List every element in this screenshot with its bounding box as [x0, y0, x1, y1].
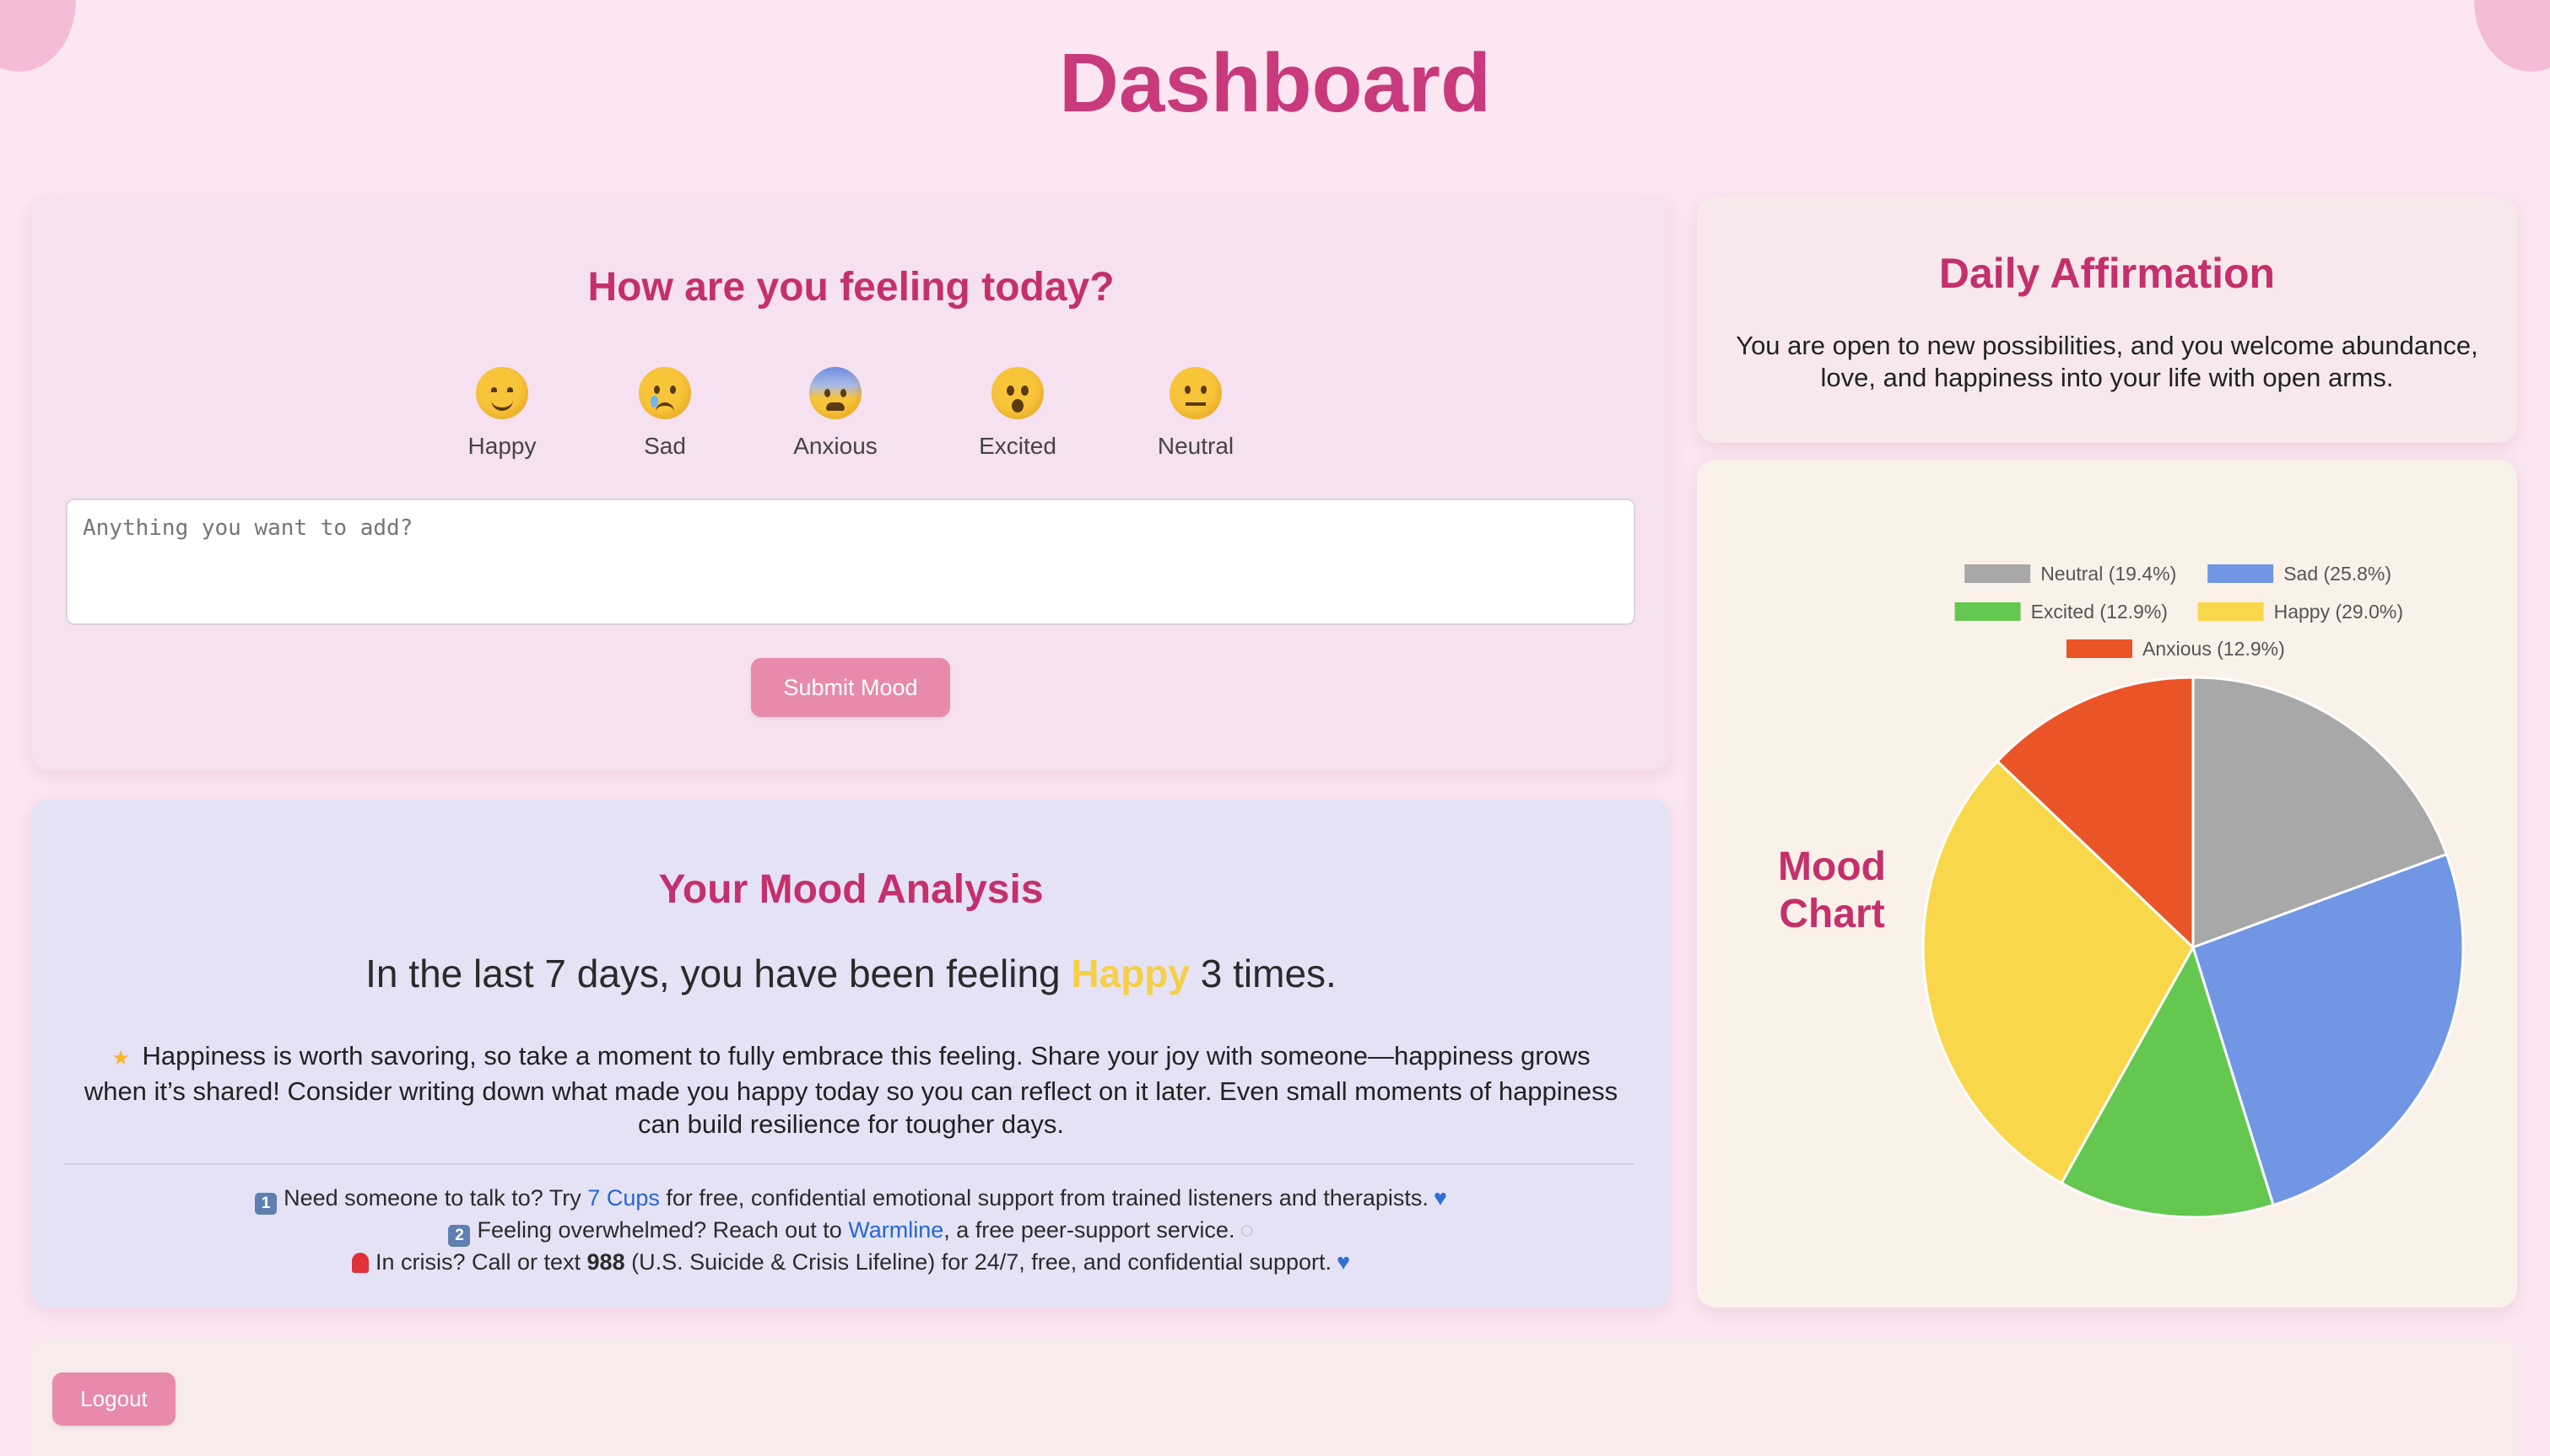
- resource-line: 1 Need someone to talk to? Try 7 Cups for…: [31, 1183, 1671, 1215]
- mood-option-anxious[interactable]: Anxious: [759, 367, 911, 460]
- resource-line: In crisis? Call or text 988 (U.S. Suicid…: [31, 1247, 1671, 1278]
- mood-analysis-card: Your Mood Analysis In the last 7 days, y…: [31, 799, 1671, 1308]
- legend-label: Sad (25.8%): [2283, 563, 2391, 585]
- blue-heart-icon: ♥: [1337, 1249, 1351, 1275]
- mood-form-title: How are you feeling today?: [587, 265, 1115, 310]
- warmline-link[interactable]: Warmline: [848, 1217, 943, 1243]
- legend-label: Excited (12.9%): [2031, 601, 2168, 623]
- legend-swatch: [1964, 564, 2031, 583]
- mood-form-card: How are you feeling today? Happy Sad Anx…: [31, 197, 1671, 770]
- summary-suffix: 3 times.: [1200, 952, 1337, 995]
- mood-chart-card: Mood Chart Neutral (19.4%) Sad (25.8%) Exc…: [1697, 460, 2517, 1308]
- advice-text: Happiness is worth savoring, so take a m…: [84, 1041, 1618, 1139]
- crying-face-icon: [639, 367, 691, 419]
- support-resources: 1 Need someone to talk to? Try 7 Cups for…: [31, 1183, 1671, 1278]
- daily-affirmation-card: Daily Affirmation You are open to new po…: [1697, 197, 2517, 443]
- page-title: Dashboard: [1059, 36, 1491, 129]
- affirmation-title: Daily Affirmation: [1938, 250, 2276, 297]
- resource-line: 2 Feeling overwhelmed? Reach out to Warml…: [31, 1215, 1671, 1247]
- mood-label: Neutral: [1157, 433, 1234, 459]
- legend-swatch: [1954, 602, 2021, 621]
- astonished-face-icon: [991, 367, 1044, 419]
- keycap-two-icon: 2: [448, 1225, 471, 1247]
- siren-icon: [351, 1253, 369, 1273]
- glowing-star-icon: ★: [111, 1047, 130, 1070]
- legend-label: Happy (29.0%): [2274, 601, 2403, 623]
- crisis-number: 988: [586, 1249, 625, 1275]
- anxious-face-icon: [809, 367, 862, 419]
- legend-swatch: [2207, 564, 2274, 583]
- summary-prefix: In the last 7 days, you have been feelin…: [365, 952, 1061, 995]
- legend-swatch: [2197, 602, 2264, 621]
- analysis-advice: ★ Happiness is worth savoring, so take a…: [78, 1039, 1624, 1141]
- mood-label: Anxious: [793, 433, 878, 459]
- legend-swatch: [2066, 639, 2132, 658]
- mood-option-neutral[interactable]: Neutral: [1120, 367, 1272, 460]
- mood-option-excited[interactable]: Excited: [942, 367, 1094, 460]
- mood-option-sad[interactable]: Sad: [589, 367, 741, 460]
- speech-bubble-icon: ◌: [1240, 1217, 1254, 1243]
- legend-label: Neutral (19.4%): [2040, 563, 2176, 585]
- mood-label: Sad: [644, 433, 686, 459]
- legend-item-excited[interactable]: Excited (12.9%): [1954, 601, 2168, 623]
- legend-item-neutral[interactable]: Neutral (19.4%): [1964, 563, 2176, 585]
- mood-note-input[interactable]: [66, 499, 1635, 625]
- summary-mood: Happy: [1071, 952, 1190, 995]
- legend-item-anxious[interactable]: Anxious (12.9%): [2066, 638, 2285, 660]
- footer-bar: [31, 1338, 2517, 1456]
- mood-option-happy[interactable]: Happy: [426, 367, 578, 460]
- analysis-title: Your Mood Analysis: [658, 867, 1044, 912]
- submit-mood-button[interactable]: Submit Mood: [751, 658, 950, 717]
- keycap-one-icon: 1: [255, 1193, 278, 1215]
- logout-button[interactable]: Logout: [52, 1372, 176, 1426]
- mood-label: Happy: [467, 433, 537, 459]
- smiling-face-icon: [476, 367, 528, 419]
- neutral-face-icon: [1170, 367, 1222, 419]
- legend-item-sad[interactable]: Sad (25.8%): [2207, 563, 2391, 585]
- affirmation-text: You are open to new possibilities, and y…: [1736, 331, 2478, 392]
- blue-heart-icon: ♥: [1433, 1185, 1447, 1211]
- analysis-summary: In the last 7 days, you have been feelin…: [31, 951, 1671, 996]
- mood-label: Excited: [979, 433, 1056, 459]
- divider: [65, 1163, 1634, 1165]
- mood-options: Happy Sad Anxious Excited Neutral: [31, 367, 1671, 477]
- seven-cups-link[interactable]: 7 Cups: [587, 1185, 660, 1211]
- legend-item-happy[interactable]: Happy (29.0%): [2197, 601, 2403, 623]
- legend-label: Anxious (12.9%): [2142, 638, 2285, 660]
- mood-pie-chart: Neutral (19.4%) Sad (25.8%) Excited (12.9%…: [1921, 563, 2465, 1219]
